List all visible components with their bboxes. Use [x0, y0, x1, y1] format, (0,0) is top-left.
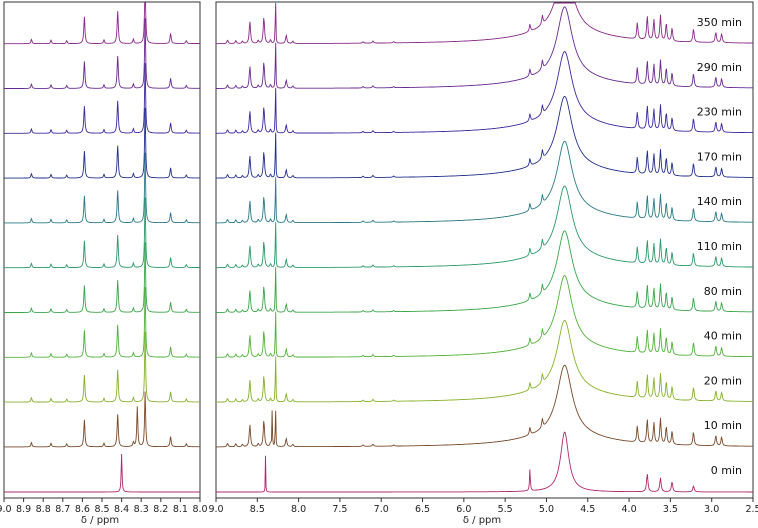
left-spectrum-40-min [4, 287, 200, 358]
right-x-tick-label: 3.0 [704, 504, 719, 515]
series-label: 80 min [704, 285, 742, 298]
right-spectrum-10-min [216, 364, 753, 448]
series-label: 10 min [704, 419, 742, 432]
right-x-tick-label: 3.5 [663, 504, 678, 515]
right-x-tick-label: 6.5 [415, 504, 430, 515]
left-x-tick-label: 8.3 [134, 504, 149, 515]
right-spectrum-80-min [216, 230, 753, 313]
right-spectrum-110-min [216, 185, 753, 269]
left-x-tick-label: 8.1 [173, 504, 188, 515]
left-spectrum-230-min [4, 63, 200, 134]
left-x-tick-label: 8.9 [16, 504, 31, 515]
right-x-tick-label: 7.0 [374, 504, 389, 515]
right-spectrum-0-min [216, 431, 753, 493]
left-x-tick-label: 9.0 [0, 504, 12, 515]
right-x-tick-label: 9.0 [208, 504, 223, 515]
right-x-tick-label: 5.0 [539, 504, 554, 515]
left-x-tick-label: 8.7 [55, 504, 70, 515]
left-spectrum-170-min [4, 107, 200, 179]
right-x-tick-label: 8.0 [291, 504, 306, 515]
full-x-axis-label: δ / ppm [463, 515, 501, 526]
right-spectrum-290-min [216, 6, 753, 89]
left-x-tick-label: 8.2 [153, 504, 168, 515]
series-label: 140 min [697, 195, 742, 208]
right-spectrum-20-min [216, 319, 753, 403]
series-label: 170 min [697, 150, 742, 163]
right-x-tick-label: 6.0 [456, 504, 471, 515]
right-x-tick-label: 4.0 [622, 504, 637, 515]
series-label: 110 min [697, 240, 742, 253]
left-spectrum-0-min [4, 453, 200, 493]
left-panel-frame [3, 1, 201, 499]
left-x-tick-label: 8.0 [192, 504, 207, 515]
series-label: 230 min [697, 106, 742, 119]
nmr-stack-figure: 9.0 8.9 8.8 8.7 8.6 8.5 8.4 8.3 8.2 8.1 8.0 9.0 8.5… [0, 1, 758, 526]
left-spectrum-350-min [4, 2, 200, 45]
zoom-x-axis-label: δ / ppm [81, 515, 119, 526]
right-x-tick-label: 2.5 [745, 504, 758, 515]
left-x-tick-label: 8.8 [36, 504, 51, 515]
right-spectrum-230-min [216, 51, 753, 134]
left-x-tick-label: 8.6 [75, 504, 90, 515]
full-panel: 9.0 8.5 8.0 7.5 7.0 6.5 6.0 5.5 5.0 4.5 4.0 3.5 3.0 2… [208, 1, 758, 515]
left-spectrum-140-min [4, 152, 200, 224]
series-label: 350 min [697, 16, 742, 29]
series-label: 0 min [711, 464, 742, 477]
right-spectrum-140-min [216, 140, 753, 224]
left-spectrum-20-min [4, 331, 200, 403]
left-spectrum-110-min [4, 197, 200, 269]
left-spectrum-80-min [4, 242, 200, 313]
left-x-tick-label: 8.5 [94, 504, 109, 515]
right-spectrum-40-min [216, 275, 753, 358]
zoom-panel: 9.0 8.9 8.8 8.7 8.6 8.5 8.4 8.3 8.2 8.1 8.0 [0, 1, 208, 515]
right-x-tick-label: 7.5 [332, 504, 347, 515]
left-spectrum-10-min [4, 391, 200, 448]
left-x-tick-label: 8.4 [114, 504, 129, 515]
series-label: 290 min [697, 61, 742, 74]
left-spectrum-290-min [4, 18, 200, 89]
right-x-tick-label: 8.5 [250, 504, 265, 515]
right-spectrum-350-min [216, 2, 753, 45]
right-x-tick-label: 5.5 [498, 504, 513, 515]
right-x-tick-label: 4.5 [580, 504, 595, 515]
series-label: 40 min [704, 330, 742, 343]
series-label: 20 min [704, 374, 742, 387]
right-spectrum-170-min [216, 95, 753, 179]
